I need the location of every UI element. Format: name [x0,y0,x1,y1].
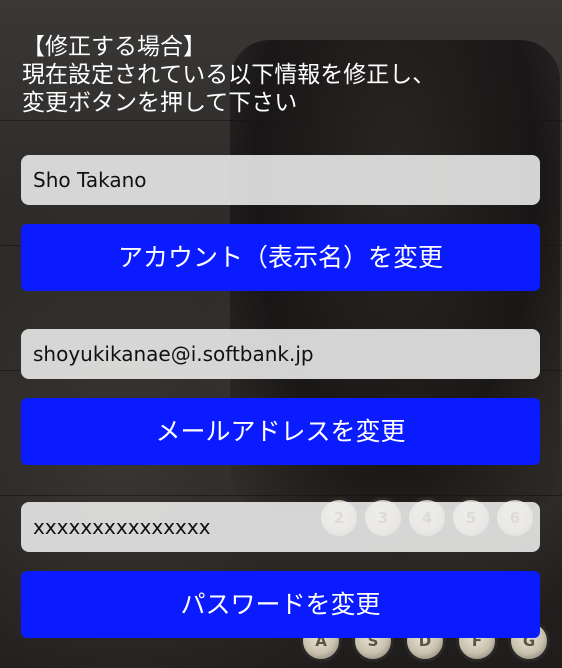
change-account-button[interactable]: アカウント（表示名）を変更 [21,224,540,291]
password-field[interactable]: xxxxxxxxxxxxxxx [21,502,540,552]
instructions-line: 変更ボタンを押して下さい [22,90,298,116]
account-name-field[interactable]: Sho Takano [21,155,540,205]
change-email-button[interactable]: メールアドレスを変更 [21,398,540,465]
email-field[interactable]: shoyukikanae@i.softbank.jp [21,329,540,379]
instructions-line: 現在設定されている以下情報を修正し、 [22,62,436,88]
instructions-text: 【修正する場合】 現在設定されている以下情報を修正し、 変更ボタンを押して下さい [22,33,542,117]
account-edit-form: 【修正する場合】 現在設定されている以下情報を修正し、 変更ボタンを押して下さい… [0,0,562,668]
change-password-button[interactable]: パスワードを変更 [21,571,540,638]
instructions-heading: 【修正する場合】 [22,34,206,60]
